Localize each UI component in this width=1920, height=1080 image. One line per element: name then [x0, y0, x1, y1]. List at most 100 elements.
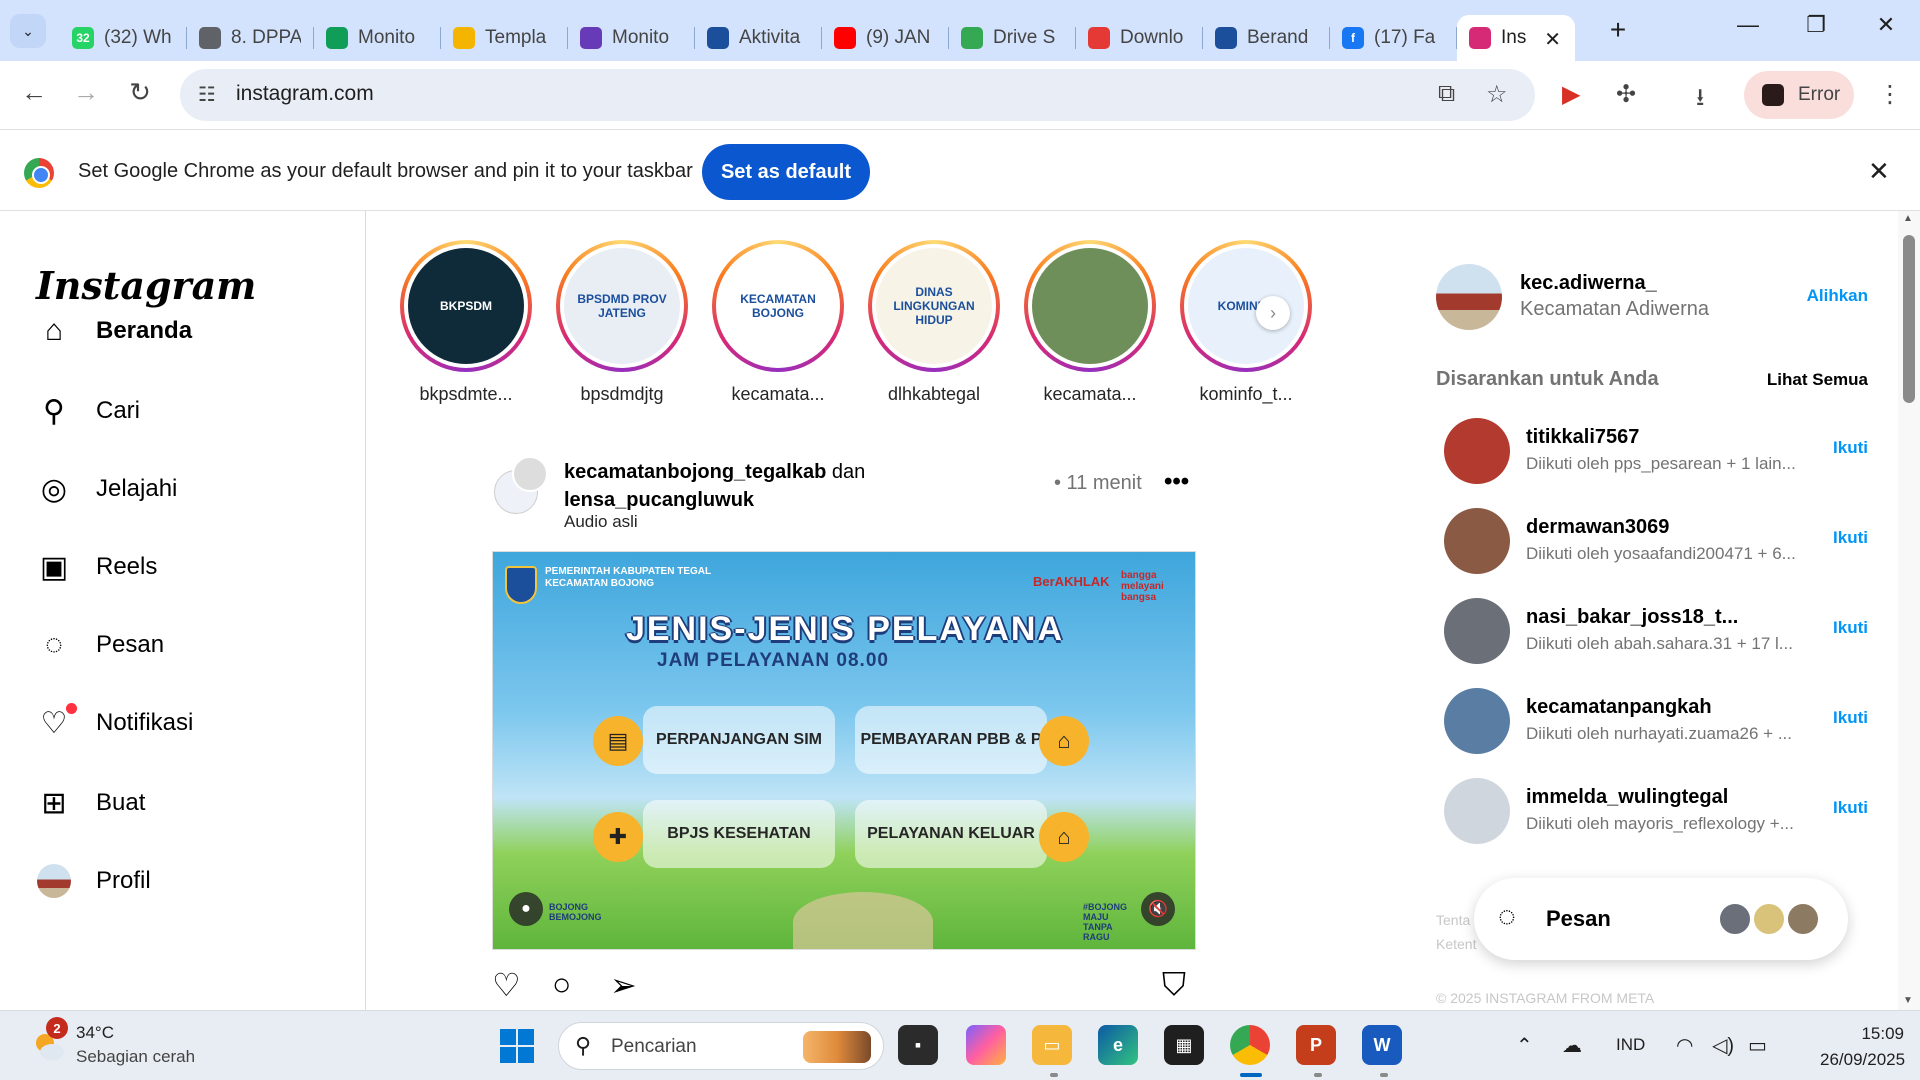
scrollbar-thumb[interactable] — [1903, 235, 1915, 403]
battery-icon[interactable]: ▭ — [1748, 1033, 1767, 1058]
taskbar-search[interactable]: ⚲ Pencarian — [558, 1022, 884, 1070]
browser-tab[interactable]: Monito — [314, 15, 441, 61]
switch-account-link[interactable]: Alihkan — [1807, 286, 1868, 306]
browser-tab[interactable]: Aktivita — [695, 15, 822, 61]
url-text[interactable]: instagram.com — [236, 82, 374, 106]
word-icon[interactable]: W — [1362, 1025, 1402, 1065]
onedrive-sync-icon[interactable]: ☁ — [1562, 1033, 1582, 1058]
suggestion-avatar[interactable] — [1444, 688, 1510, 754]
nav-item-pesan[interactable]: ◌ Pesan — [36, 625, 164, 665]
back-button[interactable]: ← — [16, 77, 52, 108]
browser-tab[interactable]: (9) JAN — [822, 15, 949, 61]
nav-item-reels[interactable]: ▣ Reels — [36, 547, 158, 587]
share-send-icon[interactable]: ➢ — [610, 966, 637, 1004]
download-icon[interactable]: ⭳ — [1696, 80, 1704, 121]
suggestion-avatar[interactable] — [1444, 598, 1510, 664]
story-item[interactable]: kecamata... — [1012, 240, 1168, 405]
nav-item-buat[interactable]: ⊞ Buat — [36, 783, 145, 823]
suggestion-username[interactable]: titikkali7567 — [1526, 426, 1806, 449]
weather-temperature[interactable]: 34°C — [76, 1023, 114, 1043]
follow-button[interactable]: Ikuti — [1833, 438, 1868, 458]
powerpoint-icon[interactable]: P — [1296, 1025, 1336, 1065]
account-username[interactable]: kec.adiwerna_ — [1520, 272, 1657, 295]
browser-tab[interactable]: f (17) Fa — [1330, 15, 1457, 61]
taskbar-clock[interactable]: 15:09 26/09/2025 — [1820, 1021, 1905, 1073]
mute-button[interactable]: 🔇 — [1141, 892, 1175, 926]
minimize-button[interactable]: — — [1728, 12, 1768, 38]
wifi-icon[interactable]: ◠ — [1676, 1033, 1693, 1058]
post-coauthor-avatar[interactable] — [512, 456, 548, 492]
tab-search-menu-button[interactable]: ⌄ — [10, 14, 46, 48]
scroll-up-arrow-icon[interactable]: ▲ — [1903, 213, 1913, 224]
page-scrollbar[interactable]: ▲ ▼ — [1898, 211, 1920, 1010]
suggestion-avatar[interactable] — [1444, 508, 1510, 574]
story-item[interactable]: BPSDMD PROV JATENG bpsdmdjtg — [544, 240, 700, 405]
browser-tab[interactable]: Downlo — [1076, 15, 1203, 61]
suggestion-avatar[interactable] — [1444, 778, 1510, 844]
suggestion-username[interactable]: immelda_wulingtegal — [1526, 786, 1806, 809]
nav-item-cari[interactable]: ⚲ Cari — [36, 391, 140, 431]
restore-button[interactable]: ❐ — [1796, 12, 1836, 38]
nav-item-notifikasi[interactable]: ♡ Notifikasi — [36, 703, 193, 743]
edge-browser-icon[interactable]: e — [1098, 1025, 1138, 1065]
scroll-down-arrow-icon[interactable]: ▼ — [1903, 995, 1913, 1006]
follow-button[interactable]: Ikuti — [1833, 798, 1868, 818]
browser-tab[interactable]: 32 (32) Wh — [60, 15, 187, 61]
browser-tab[interactable]: Berand — [1203, 15, 1330, 61]
close-window-button[interactable]: ✕ — [1866, 12, 1906, 38]
extensions-puzzle-icon[interactable]: ✣ — [1616, 80, 1636, 109]
copilot-icon[interactable] — [966, 1025, 1006, 1065]
post-audio-link[interactable]: Audio asli — [564, 512, 638, 532]
browser-tab[interactable]: Drive S — [949, 15, 1076, 61]
post-coauthor-link[interactable]: lensa_pucangluwuk — [564, 489, 754, 511]
story-item[interactable]: BKPSDM bkpsdmte... — [388, 240, 544, 405]
stories-next-button[interactable]: › — [1256, 296, 1290, 330]
browser-tab-active[interactable]: Ins ✕ — [1457, 15, 1575, 61]
instagram-logo[interactable]: Instagram — [36, 263, 256, 308]
tab-close-icon[interactable]: ✕ — [1544, 27, 1561, 52]
forward-button[interactable]: → — [68, 77, 104, 108]
browser-tab[interactable]: 8. DPPA — [187, 15, 314, 61]
extension-icon[interactable]: ▶ — [1562, 80, 1580, 109]
follow-button[interactable]: Ikuti — [1833, 528, 1868, 548]
nav-item-jelajahi[interactable]: ◎ Jelajahi — [36, 469, 177, 509]
footer-link-terms[interactable]: Ketent — [1436, 932, 1476, 956]
messages-pill[interactable]: ◌ Pesan — [1474, 878, 1848, 960]
profile-button[interactable]: Error — [1744, 71, 1854, 119]
browser-tab[interactable]: Templa — [441, 15, 568, 61]
footer-link-about[interactable]: Tenta — [1436, 908, 1476, 932]
see-all-link[interactable]: Lihat Semua — [1767, 370, 1868, 390]
comment-icon[interactable]: ○ — [552, 966, 571, 1003]
post-video[interactable]: PEMERINTAH KABUPATEN TEGAL KECAMATAN BOJ… — [492, 551, 1196, 950]
install-app-icon[interactable]: ⧉ — [1438, 80, 1455, 108]
chrome-taskbar-icon[interactable] — [1230, 1025, 1270, 1065]
post-more-options-icon[interactable]: ••• — [1164, 468, 1189, 496]
site-settings-icon[interactable]: ☷ — [198, 82, 216, 107]
volume-icon[interactable]: ◁) — [1712, 1033, 1734, 1058]
infobar-close-icon[interactable]: ✕ — [1868, 156, 1890, 187]
suggestion-username[interactable]: kecamatanpangkah — [1526, 696, 1806, 719]
bookmark-star-icon[interactable]: ☆ — [1486, 80, 1508, 109]
post-author-link[interactable]: kecamatanbojong_tegalkab — [564, 461, 826, 483]
account-avatar[interactable] — [1436, 264, 1502, 330]
story-item[interactable]: KOMINFO kominfo_t... — [1168, 240, 1324, 405]
windows-start-button[interactable] — [500, 1029, 534, 1063]
file-explorer-icon[interactable]: ▭ — [1032, 1025, 1072, 1065]
reload-button[interactable]: ↻ — [122, 77, 158, 108]
suggestion-username[interactable]: dermawan3069 — [1526, 516, 1806, 539]
address-bar[interactable]: ☷ instagram.com ⧉ ☆ — [180, 69, 1535, 121]
follow-button[interactable]: Ikuti — [1833, 618, 1868, 638]
kebab-menu-icon[interactable]: ⋮ — [1878, 80, 1902, 109]
task-view-icon[interactable]: ▪ — [898, 1025, 938, 1065]
microsoft-store-icon[interactable]: ▦ — [1164, 1025, 1204, 1065]
set-default-button[interactable]: Set as default — [702, 144, 870, 200]
story-item[interactable]: DINAS LINGKUNGAN HIDUP dlhkabtegal — [856, 240, 1012, 405]
nav-item-profil[interactable]: Profil — [36, 861, 151, 901]
nav-item-beranda[interactable]: ⌂ Beranda — [36, 311, 192, 351]
suggestion-username[interactable]: nasi_bakar_joss18_t... — [1526, 606, 1806, 629]
suggestion-avatar[interactable] — [1444, 418, 1510, 484]
follow-button[interactable]: Ikuti — [1833, 708, 1868, 728]
story-item[interactable]: KECAMATAN BOJONG kecamata... — [700, 240, 856, 405]
tagged-users-button[interactable]: ● — [509, 892, 543, 926]
save-bookmark-icon[interactable]: ⛉ — [1162, 966, 1186, 1004]
